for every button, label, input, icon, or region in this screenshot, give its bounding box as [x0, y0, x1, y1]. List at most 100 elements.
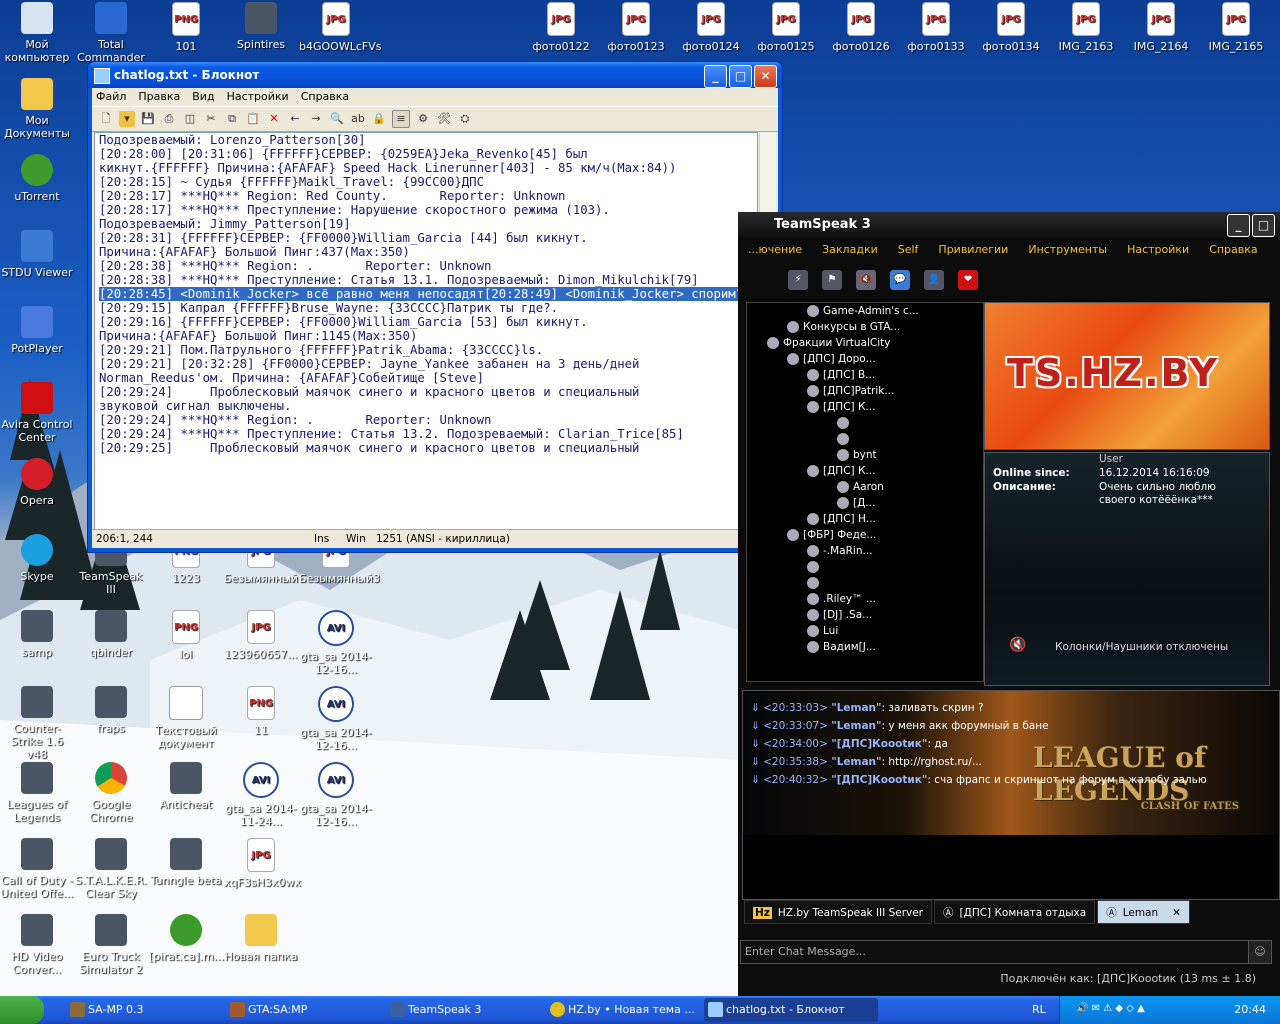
close-tab-icon[interactable]: ✕: [1172, 907, 1181, 919]
desktop-icon[interactable]: JPG IMG_2165: [1199, 2, 1273, 53]
desktop-icon[interactable]: Anticheat: [149, 762, 223, 811]
desktop-icon[interactable]: JPG IMG_2164: [1124, 2, 1198, 53]
menu-file[interactable]: Файл: [96, 88, 126, 106]
desktop-icon[interactable]: AVI gta_sa 2014-12-16...: [299, 610, 373, 676]
task-gta[interactable]: GTA:SA:MP: [226, 998, 398, 1022]
chat-author[interactable]: "Leman": [831, 720, 881, 732]
new-file-icon[interactable]: 🗋: [98, 111, 114, 127]
tab-channel[interactable]: Ⓐ [ДПС] Комната отдыха: [934, 900, 1096, 924]
chat-message-input[interactable]: Enter Chat Message...: [740, 940, 1252, 964]
find-icon[interactable]: 🔍: [329, 111, 345, 127]
task-notepad[interactable]: chatlog.txt - Блокнот: [704, 998, 878, 1022]
chat-author[interactable]: "[ДПС]Коootик": [831, 738, 927, 750]
tree-item[interactable]: [ФБР] Феде...: [747, 527, 983, 543]
start-button[interactable]: [0, 996, 44, 1024]
menu-settings[interactable]: Настройки: [227, 88, 289, 106]
language-indicator[interactable]: RL: [1032, 1003, 1046, 1016]
mute-speaker-icon[interactable]: 🔇: [856, 270, 876, 290]
desktop-icon[interactable]: Euro Truck Simulator 2: [74, 914, 148, 976]
chat-icon[interactable]: 💬: [890, 270, 910, 290]
ts-menu-bookmarks[interactable]: Закладки: [812, 238, 888, 262]
close-button[interactable]: ✕: [754, 65, 777, 88]
undo-icon[interactable]: ←: [287, 111, 303, 127]
format-icon[interactable]: ⚙: [415, 111, 431, 127]
desktop-icon[interactable]: Avira Control Center: [0, 382, 74, 444]
desktop-icon[interactable]: JPG фото0134: [974, 2, 1048, 53]
minimize-button[interactable]: _: [704, 65, 727, 88]
tree-item[interactable]: [ДПС] К...: [747, 463, 983, 479]
desktop-icon[interactable]: Текстовый документ: [149, 686, 223, 750]
desktop-icon[interactable]: AVI gta_sa 2014-12-16...: [299, 686, 373, 752]
notepad-window[interactable]: chatlog.txt - Блокнот _ □ ✕ Файл Правка …: [88, 62, 782, 552]
desktop-icon[interactable]: Call of Duty - United Offe...: [0, 838, 74, 900]
notepad-text-area[interactable]: Подозреваемый: Lorenzo_Patterson[30] [20:…: [94, 132, 758, 530]
tree-item[interactable]: [747, 559, 983, 575]
connect-icon[interactable]: ⚡: [788, 270, 808, 290]
desktop-icon[interactable]: Opera: [0, 458, 74, 507]
tree-item[interactable]: [DJ] .Sa...: [747, 607, 983, 623]
chat-author[interactable]: "Leman": [831, 702, 881, 714]
ts-menu-self[interactable]: Self: [888, 238, 929, 262]
desktop-icon[interactable]: Tunngle beta: [149, 838, 223, 887]
tree-item[interactable]: .Riley™ ...: [747, 591, 983, 607]
word-wrap-icon[interactable]: ≡: [392, 110, 410, 128]
desktop-icon[interactable]: JPG фото0122: [524, 2, 598, 53]
tree-item[interactable]: bynt: [747, 447, 983, 463]
chat-author[interactable]: "[ДПС]Коootик": [831, 774, 927, 786]
teamspeak-window[interactable]: TeamSpeak 3 _ □ ...ючение Закладки Self …: [738, 212, 1280, 996]
tree-item[interactable]: [747, 431, 983, 447]
ts-menu-tools[interactable]: Инструменты: [1018, 238, 1117, 262]
paste-icon[interactable]: 📋: [245, 111, 261, 127]
cut-icon[interactable]: ✂: [203, 111, 219, 127]
menu-view[interactable]: Вид: [192, 88, 214, 106]
desktop-icon[interactable]: Google Chrome: [74, 762, 148, 824]
desktop-icon[interactable]: JPG 123960657...: [224, 610, 298, 661]
desktop-icon[interactable]: [pirat.ca].m...: [149, 914, 224, 963]
desktop-icon[interactable]: AVI gta_sa 2014-12-16...: [299, 762, 373, 828]
tools-icon[interactable]: 🛠: [436, 111, 452, 127]
desktop-icon[interactable]: Counter-Strike 1.6 v48: [0, 686, 74, 761]
desktop-icon[interactable]: AVI gta_sa 2014-11-24...: [224, 762, 298, 828]
teamspeak-titlebar[interactable]: TeamSpeak 3 _ □: [738, 212, 1280, 238]
ts-menu-connection[interactable]: ...ючение: [738, 238, 812, 262]
menu-edit[interactable]: Правка: [138, 88, 180, 106]
ts-minimize-button[interactable]: _: [1227, 214, 1250, 237]
tree-item[interactable]: -.MaRin...: [747, 543, 983, 559]
desktop-icon[interactable]: JPG IMG_2163: [1049, 2, 1123, 53]
ts-menu-settings[interactable]: Настройки: [1117, 238, 1199, 262]
tree-item[interactable]: Game-Admin's c...: [747, 303, 983, 319]
ts-menu-help[interactable]: Справка: [1199, 238, 1267, 262]
delete-icon[interactable]: ✕: [266, 111, 282, 127]
desktop-icon[interactable]: STDU Viewer: [0, 230, 74, 279]
options-icon[interactable]: ⛭: [457, 111, 473, 127]
tree-item[interactable]: [ДПС]Patrik...: [747, 383, 983, 399]
print-icon[interactable]: ⎙: [161, 111, 177, 127]
desktop-icon[interactable]: JPG b4GOOWLcFVs: [299, 2, 381, 53]
tree-item[interactable]: [ДПС] В...: [747, 367, 983, 383]
task-teamspeak[interactable]: TeamSpeak 3: [386, 998, 558, 1022]
ts-chat-log[interactable]: LEAGUE of LEGENDS CLASH OF FATES ⇓ <20:3…: [742, 690, 1280, 900]
tray-icons[interactable]: 🔊 ✉ ⚠ ◆ ◇ ▲: [1076, 1003, 1145, 1014]
tree-item[interactable]: [ДПС] Н...: [747, 511, 983, 527]
desktop-icon[interactable]: Мои Документы: [0, 78, 74, 140]
task-chrome[interactable]: HZ.by • Новая тема ...: [546, 998, 718, 1022]
desktop-icon[interactable]: PNG lol: [149, 610, 223, 661]
desktop-icon[interactable]: Total Commander: [74, 2, 148, 64]
replace-icon[interactable]: ab: [350, 111, 366, 127]
tree-item[interactable]: [ДПС] К...: [747, 399, 983, 415]
desktop-icon[interactable]: HD Video Conver...: [0, 914, 74, 976]
tree-item[interactable]: [Д...: [747, 495, 983, 511]
clock[interactable]: 20:44: [1234, 1003, 1266, 1016]
desktop-icon[interactable]: Новая папка: [224, 914, 298, 963]
menu-help[interactable]: Справка: [301, 88, 349, 106]
ts-maximize-button[interactable]: □: [1252, 214, 1275, 237]
tree-item[interactable]: [747, 575, 983, 591]
tree-item[interactable]: [ДПС] Доро...: [747, 351, 983, 367]
away-icon[interactable]: ⚑: [822, 270, 842, 290]
desktop-icon[interactable]: JPG фото0125: [749, 2, 823, 53]
tree-item[interactable]: Фракции VirtualCity: [747, 335, 983, 351]
desktop-icon[interactable]: JPG xqF3sH3x0wx: [224, 838, 301, 889]
desktop-icon[interactable]: PotPlayer: [0, 306, 74, 355]
desktop-icon[interactable]: Leagues of Legends: [0, 762, 74, 824]
desktop-icon[interactable]: Spintires: [224, 2, 298, 51]
